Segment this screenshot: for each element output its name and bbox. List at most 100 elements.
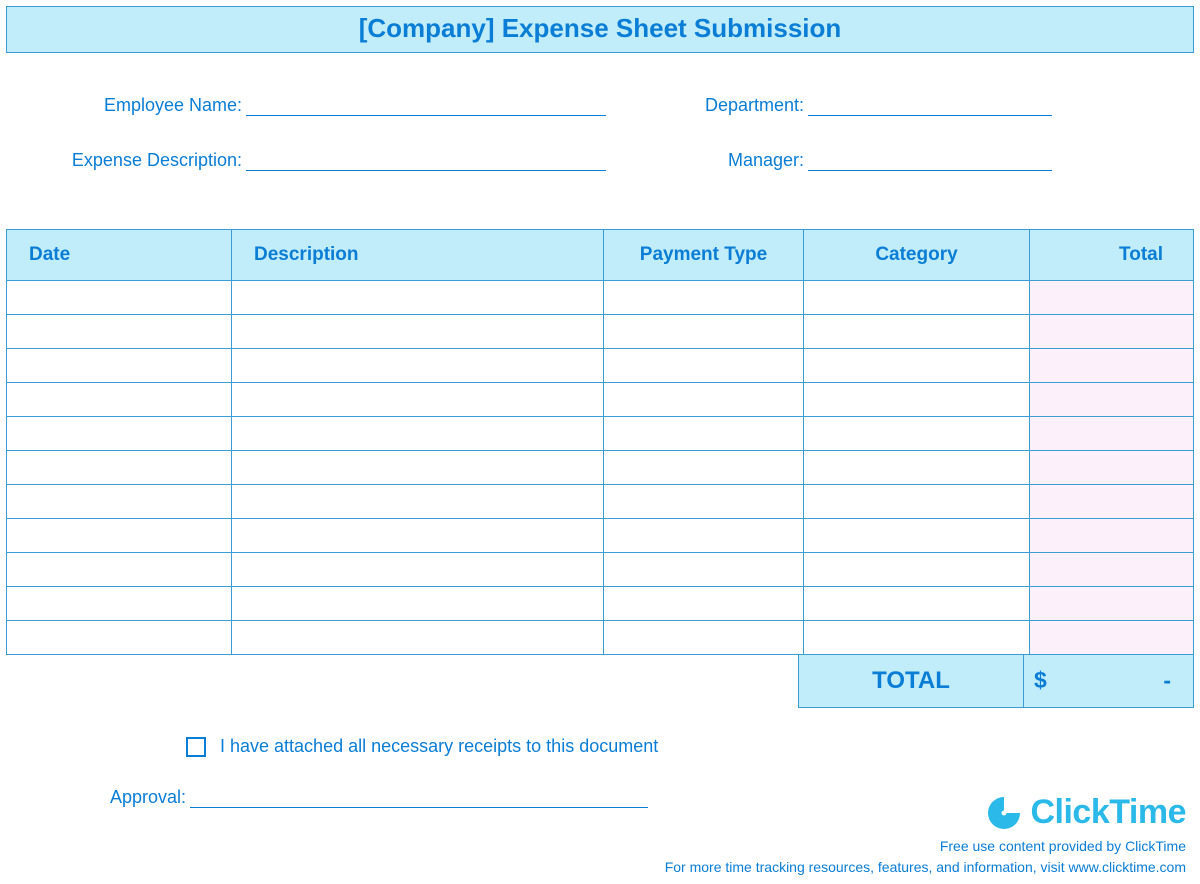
title-bar: [Company] Expense Sheet Submission — [6, 6, 1194, 53]
table-row — [7, 451, 1194, 485]
clicktime-logo: ClickTime — [984, 793, 1186, 832]
approval-label: Approval: — [110, 787, 186, 808]
cell[interactable] — [604, 451, 804, 485]
cell[interactable] — [1030, 383, 1194, 417]
cell[interactable] — [7, 417, 232, 451]
cell[interactable] — [804, 349, 1030, 383]
cell[interactable] — [232, 349, 604, 383]
cell[interactable] — [232, 485, 604, 519]
table-row — [7, 587, 1194, 621]
cell[interactable] — [804, 451, 1030, 485]
total-row: TOTAL $ - — [6, 655, 1194, 708]
cell[interactable] — [604, 315, 804, 349]
cell[interactable] — [804, 383, 1030, 417]
cell[interactable] — [7, 519, 232, 553]
total-currency: $ — [1034, 667, 1047, 695]
expense-table: Date Description Payment Type Category T… — [6, 229, 1194, 655]
cell[interactable] — [7, 587, 232, 621]
cell[interactable] — [232, 383, 604, 417]
cell[interactable] — [804, 553, 1030, 587]
cell[interactable] — [804, 519, 1030, 553]
footer-line-2: For more time tracking resources, featur… — [665, 857, 1186, 878]
cell[interactable] — [604, 621, 804, 655]
cell[interactable] — [7, 281, 232, 315]
cell[interactable] — [1030, 315, 1194, 349]
field-department: Department: — [626, 95, 1134, 116]
cell[interactable] — [604, 383, 804, 417]
expense-description-input[interactable] — [246, 151, 606, 171]
page-title: [Company] Expense Sheet Submission — [7, 13, 1193, 44]
clock-icon — [984, 795, 1024, 831]
cell[interactable] — [804, 621, 1030, 655]
total-value: $ - — [1024, 655, 1194, 708]
total-amount: - — [1163, 667, 1171, 695]
cell[interactable] — [1030, 587, 1194, 621]
cell[interactable] — [804, 315, 1030, 349]
cell[interactable] — [7, 315, 232, 349]
manager-input[interactable] — [808, 151, 1052, 171]
receipts-text: I have attached all necessary receipts t… — [220, 736, 658, 757]
cell[interactable] — [7, 553, 232, 587]
cell[interactable] — [7, 485, 232, 519]
cell[interactable] — [1030, 281, 1194, 315]
cell[interactable] — [1030, 451, 1194, 485]
total-label: TOTAL — [798, 655, 1024, 708]
table-row — [7, 553, 1194, 587]
col-description: Description — [232, 230, 604, 281]
cell[interactable] — [604, 417, 804, 451]
cell[interactable] — [232, 451, 604, 485]
col-total: Total — [1030, 230, 1194, 281]
cell[interactable] — [1030, 621, 1194, 655]
table-row — [7, 519, 1194, 553]
cell[interactable] — [604, 553, 804, 587]
expense-description-label: Expense Description: — [66, 150, 242, 171]
employee-name-input[interactable] — [246, 96, 606, 116]
cell[interactable] — [604, 519, 804, 553]
col-date: Date — [7, 230, 232, 281]
cell[interactable] — [232, 519, 604, 553]
department-label: Department: — [686, 95, 804, 116]
cell[interactable] — [7, 451, 232, 485]
receipts-row: I have attached all necessary receipts t… — [186, 736, 1194, 757]
cell[interactable] — [1030, 485, 1194, 519]
logo-text: ClickTime — [1030, 793, 1186, 832]
cell[interactable] — [604, 587, 804, 621]
field-expense-description: Expense Description: — [66, 150, 626, 171]
cell[interactable] — [232, 281, 604, 315]
table-row — [7, 383, 1194, 417]
cell[interactable] — [232, 417, 604, 451]
cell[interactable] — [804, 417, 1030, 451]
cell[interactable] — [804, 281, 1030, 315]
cell[interactable] — [1030, 553, 1194, 587]
table-row — [7, 315, 1194, 349]
table-row — [7, 417, 1194, 451]
cell[interactable] — [1030, 417, 1194, 451]
field-manager: Manager: — [626, 150, 1134, 171]
employee-name-label: Employee Name: — [66, 95, 242, 116]
cell[interactable] — [1030, 349, 1194, 383]
cell[interactable] — [604, 349, 804, 383]
cell[interactable] — [804, 485, 1030, 519]
cell[interactable] — [232, 315, 604, 349]
manager-label: Manager: — [686, 150, 804, 171]
cell[interactable] — [7, 349, 232, 383]
cell[interactable] — [604, 281, 804, 315]
cell[interactable] — [7, 621, 232, 655]
cell[interactable] — [232, 553, 604, 587]
footer: ClickTime Free use content provided by C… — [665, 793, 1186, 878]
cell[interactable] — [232, 621, 604, 655]
table-row — [7, 621, 1194, 655]
table-row — [7, 281, 1194, 315]
department-input[interactable] — [808, 96, 1052, 116]
approval-input[interactable] — [190, 788, 648, 808]
cell[interactable] — [232, 587, 604, 621]
table-row — [7, 485, 1194, 519]
field-employee-name: Employee Name: — [66, 95, 626, 116]
table-row — [7, 349, 1194, 383]
cell[interactable] — [804, 587, 1030, 621]
col-category: Category — [804, 230, 1030, 281]
receipts-checkbox[interactable] — [186, 737, 206, 757]
cell[interactable] — [7, 383, 232, 417]
cell[interactable] — [604, 485, 804, 519]
cell[interactable] — [1030, 519, 1194, 553]
